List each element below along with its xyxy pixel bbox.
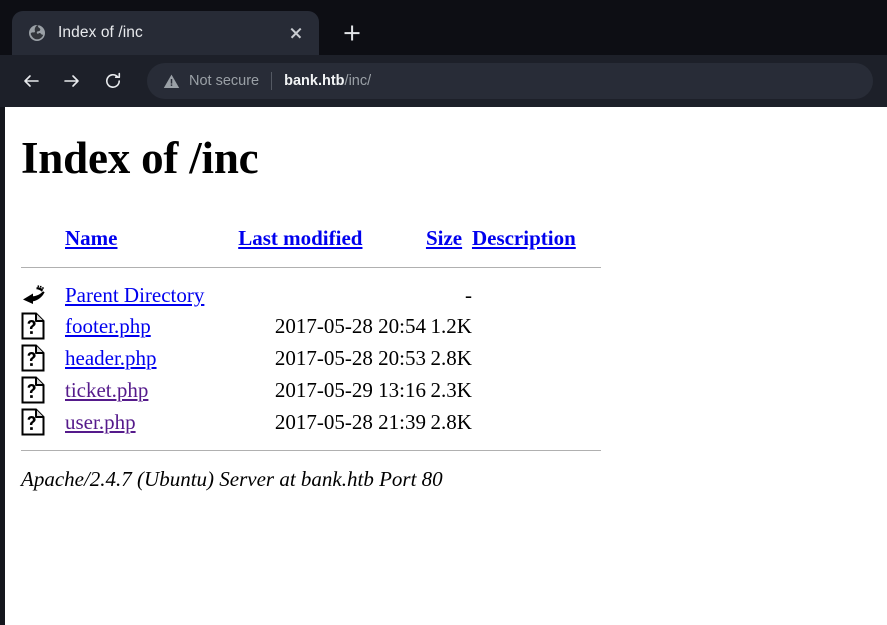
file-name-cell: ticket.php [65, 374, 238, 406]
tab-title: Index of /inc [58, 24, 143, 41]
omnibox-divider [271, 72, 273, 90]
listing-bottom-rule-cell [21, 438, 601, 453]
size-cell: 2.8K [430, 345, 472, 370]
parent-directory-icon [21, 280, 65, 310]
listing-top-rule-row [21, 259, 601, 280]
url-path: /inc/ [344, 73, 372, 89]
address-bar[interactable]: Not secure bank.htb/inc/ [147, 63, 873, 99]
url-host: bank.htb [284, 73, 345, 89]
last-modified-cell: 2017-05-29 13:16 [274, 377, 426, 402]
description-cell [472, 374, 601, 406]
sort-by-name-link[interactable]: Name [65, 226, 117, 250]
sort-by-description-link[interactable]: Description [472, 226, 576, 250]
size-cell: - [464, 282, 472, 307]
warning-triangle-icon [163, 73, 180, 90]
directory-listing-table: Name Last modified Size Description Pare… [21, 226, 601, 453]
column-size: Size [426, 226, 472, 259]
table-row: user.php 2017-05-28 21:39 2.8K [21, 406, 601, 438]
forward-icon[interactable] [55, 64, 89, 98]
size-cell: 2.3K [430, 377, 472, 402]
globe-icon [28, 24, 46, 42]
url-text: bank.htb/inc/ [284, 73, 371, 89]
close-icon[interactable] [283, 20, 309, 46]
apache-directory-index: Index of /inc Name Last modified Size De… [5, 107, 887, 625]
description-cell [472, 406, 601, 438]
security-status-label: Not secure [189, 73, 260, 89]
listing-foot [21, 438, 601, 453]
unknown-file-icon [21, 310, 65, 342]
file-link[interactable]: header.php [65, 346, 157, 370]
description-cell [472, 310, 601, 342]
table-row: Parent Directory - [21, 280, 601, 310]
file-name-cell: user.php [65, 406, 238, 438]
listing-top-rule-cell [21, 259, 601, 280]
page-title: Index of /inc [21, 133, 259, 183]
listing-bottom-rule-row [21, 438, 601, 453]
tab-strip: Index of /inc [0, 0, 887, 55]
column-last-modified: Last modified [238, 226, 426, 259]
table-row: footer.php 2017-05-28 20:54 1.2K [21, 310, 601, 342]
page-viewport: Index of /inc Name Last modified Size De… [0, 107, 887, 625]
last-modified-cell: 2017-05-28 21:39 [274, 409, 426, 434]
unknown-file-icon [21, 406, 65, 438]
sort-by-last-modified-link[interactable]: Last modified [238, 226, 362, 250]
table-row: ticket.php 2017-05-29 13:16 2.3K [21, 374, 601, 406]
file-link[interactable]: user.php [65, 410, 136, 434]
browser-window: Index of /inc Not secure bank.htb/inc/ I… [0, 0, 887, 625]
listing-header: Name Last modified Size Description [21, 226, 601, 280]
file-link[interactable]: Parent Directory [65, 283, 204, 307]
file-link[interactable]: ticket.php [65, 378, 148, 402]
horizontal-rule-top [21, 267, 601, 269]
file-name-cell: header.php [65, 342, 238, 374]
browser-toolbar: Not secure bank.htb/inc/ [0, 55, 887, 107]
unknown-file-icon [21, 374, 65, 406]
unknown-file-icon [21, 342, 65, 374]
column-description: Description [472, 226, 601, 259]
server-signature: Apache/2.4.7 (Ubuntu) Server at bank.htb… [21, 467, 443, 492]
table-row: header.php 2017-05-28 20:53 2.8K [21, 342, 601, 374]
reload-icon[interactable] [96, 64, 130, 98]
column-icon [21, 226, 65, 259]
listing-header-row: Name Last modified Size Description [21, 226, 601, 259]
description-cell [472, 342, 601, 374]
file-name-cell: footer.php [65, 310, 238, 342]
size-cell: 1.2K [430, 313, 472, 338]
new-tab-button[interactable] [333, 14, 371, 52]
back-icon[interactable] [14, 64, 48, 98]
last-modified-cell: 2017-05-28 20:53 [274, 345, 426, 370]
sort-by-size-link[interactable]: Size [426, 226, 462, 250]
description-cell [472, 280, 601, 310]
tab-index-of-inc[interactable]: Index of /inc [12, 11, 319, 55]
file-link[interactable]: footer.php [65, 314, 151, 338]
file-name-cell: Parent Directory [65, 280, 238, 310]
listing-body: Parent Directory - footer.php 2017-05-28 20… [21, 280, 601, 438]
horizontal-rule-bottom [21, 450, 601, 452]
last-modified-cell: 2017-05-28 20:54 [274, 313, 426, 338]
column-name: Name [65, 226, 238, 259]
last-modified-cell [238, 280, 426, 310]
size-cell: 2.8K [430, 409, 472, 434]
